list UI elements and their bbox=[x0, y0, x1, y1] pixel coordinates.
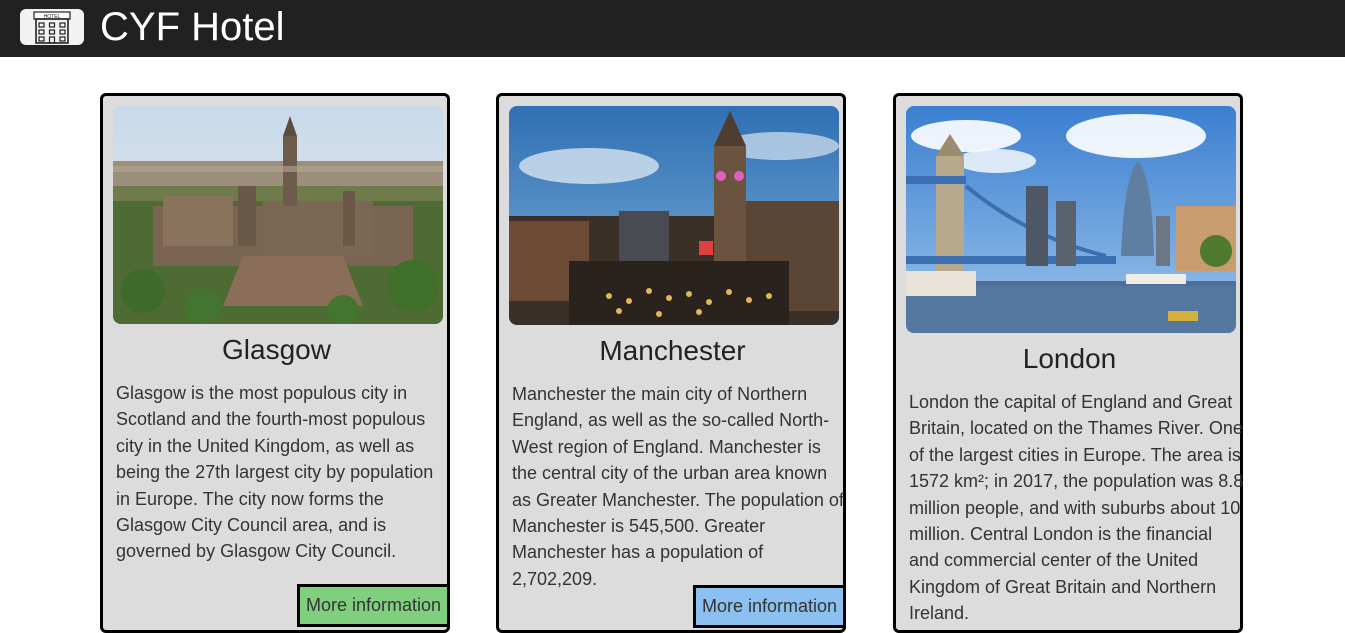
card-description: Manchester the main city of Northern Eng… bbox=[512, 384, 844, 589]
city-card-manchester: Manchester Manchester the main city of N… bbox=[496, 93, 847, 633]
hotel-building-icon[interactable]: HOTEL bbox=[20, 9, 84, 45]
manchester-image bbox=[509, 106, 839, 325]
card-description: London the capital of England and Great … bbox=[909, 392, 1244, 624]
card-description: Glasgow is the most populous city in Sco… bbox=[116, 383, 434, 562]
brand-title[interactable]: CYF Hotel bbox=[100, 4, 285, 50]
city-card-glasgow: Glasgow Glasgow is the most populous cit… bbox=[100, 93, 451, 633]
more-information-button[interactable]: More information bbox=[693, 585, 847, 628]
card-title: Manchester bbox=[599, 335, 746, 366]
city-card-london: London London the capital of England and… bbox=[893, 93, 1243, 633]
london-image bbox=[906, 106, 1236, 333]
card-title: London bbox=[1022, 343, 1117, 374]
card-title: Glasgow bbox=[222, 334, 331, 365]
glasgow-image bbox=[113, 106, 443, 324]
navbar: HOTEL CYF Hotel bbox=[0, 0, 1345, 57]
more-information-button[interactable]: More information bbox=[297, 584, 451, 627]
